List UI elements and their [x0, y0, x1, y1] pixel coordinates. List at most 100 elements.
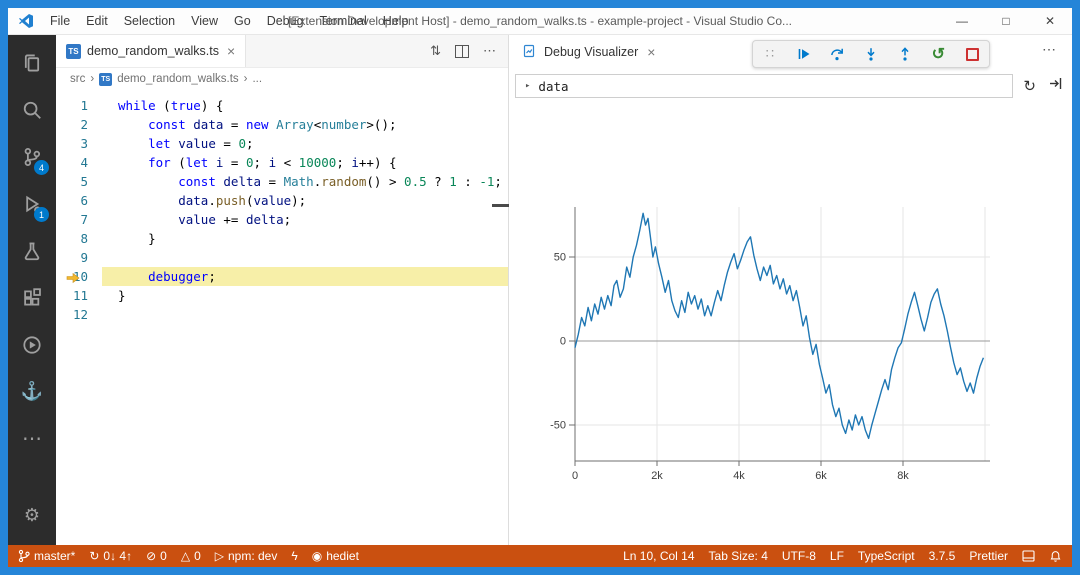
svg-text:-50: -50	[550, 420, 566, 432]
status-item[interactable]: Tab Size: 4	[709, 549, 768, 563]
status-item[interactable]: 3.7.5	[929, 549, 956, 563]
menu-edit[interactable]: Edit	[78, 9, 116, 34]
anchor-icon[interactable]: ⚓	[8, 368, 56, 415]
maximize-button[interactable]: □	[984, 8, 1028, 34]
run-debug-icon[interactable]: 1	[8, 180, 56, 227]
status-error[interactable]: ⊘ 0	[146, 545, 167, 567]
activity-bar: 4 1 ⚓ ⋯ ⚙	[8, 35, 56, 545]
menu-view[interactable]: View	[183, 9, 226, 34]
code-text: while (true) {	[118, 98, 224, 113]
extensions-icon[interactable]	[8, 274, 56, 321]
toolbar-grip-handle[interactable]: ∷	[756, 42, 784, 66]
status-branch[interactable]: master*	[18, 549, 75, 563]
more-actions-icon[interactable]: ⋯	[483, 43, 496, 59]
expression-input[interactable]: ▸ data	[515, 74, 1014, 98]
tab-demo-random-walks[interactable]: TS demo_random_walks.ts ×	[56, 35, 247, 67]
code-text: data.push(value);	[178, 193, 307, 208]
status-sync[interactable]: ↻ 0↓ 4↑	[89, 545, 132, 567]
step-out-button[interactable]	[891, 42, 919, 66]
status-item[interactable]: LF	[830, 549, 844, 563]
tab-debug-visualizer[interactable]: Debug Visualizer ×	[509, 35, 667, 69]
svg-text:8k: 8k	[897, 470, 909, 482]
close-button[interactable]: ✕	[1028, 8, 1072, 34]
line-number[interactable]: 3	[56, 134, 102, 153]
panel-more-actions-icon[interactable]: ⋯	[1042, 41, 1056, 58]
expression-text: data	[538, 78, 569, 94]
random-walk-chart: 50 0 -50 0 2k 4k 6k 8k	[550, 207, 990, 482]
status-play[interactable]: ▷ npm: dev	[215, 545, 278, 567]
code-text: let value = 0;	[148, 136, 254, 151]
code-line: 7 value += delta;	[56, 210, 508, 229]
editor-scrollbar-mark[interactable]	[492, 204, 509, 207]
status-item[interactable]: UTF-8	[782, 549, 816, 563]
vscode-window: File Edit Selection View Go Debug Terminal Help…	[8, 8, 1072, 567]
code-editor[interactable]: 1 while (true) { 2 const data = new Array<…	[56, 90, 508, 545]
line-number[interactable]: 12	[56, 305, 102, 324]
more-icon[interactable]: ⋯	[8, 415, 56, 462]
line-number[interactable]: 11	[56, 286, 102, 305]
test-icon[interactable]	[8, 227, 56, 274]
status-warning[interactable]: △ 0	[181, 545, 201, 567]
code-line: 6 data.push(value);	[56, 191, 508, 210]
line-number[interactable]: 7	[56, 210, 102, 229]
line-number[interactable]: 1	[56, 96, 102, 115]
menu-selection[interactable]: Selection	[116, 9, 183, 34]
continue-button[interactable]	[790, 42, 818, 66]
notifications-bell-icon[interactable]	[1049, 550, 1062, 563]
panel-tab-label: Debug Visualizer	[544, 45, 639, 59]
explorer-icon[interactable]	[8, 39, 56, 86]
svg-text:2k: 2k	[651, 470, 663, 482]
line-number[interactable]: 6	[56, 191, 102, 210]
typescript-file-icon: TS	[66, 43, 81, 59]
line-number[interactable]: 8	[56, 229, 102, 248]
menu-go[interactable]: Go	[226, 9, 259, 34]
breadcrumb-file[interactable]: demo_random_walks.ts	[117, 73, 238, 85]
svg-text:0: 0	[572, 470, 578, 482]
editor-tabbar: TS demo_random_walks.ts × ⇅ ⋯	[56, 35, 508, 68]
badge: 4	[34, 160, 49, 175]
status-zap[interactable]: ϟ	[291, 545, 297, 567]
split-editor-icon[interactable]	[455, 44, 469, 58]
restart-button[interactable]: ↺	[924, 42, 952, 66]
open-changes-icon[interactable]: ⇅	[430, 43, 441, 59]
status-item[interactable]: Ln 10, Col 14	[623, 549, 694, 563]
status-right-items: Ln 10, Col 14 Tab Size: 4 UTF-8 LF TypeScrip…	[623, 549, 1008, 563]
breadcrumb-more[interactable]: ...	[252, 73, 262, 85]
code-line: 10 debugger;	[56, 267, 508, 286]
status-item[interactable]: TypeScript	[858, 549, 915, 563]
minimize-button[interactable]: —	[940, 8, 984, 34]
line-number[interactable]: 5	[56, 172, 102, 191]
search-icon[interactable]	[8, 86, 56, 133]
stop-button[interactable]	[958, 42, 986, 66]
expand-arrow-icon[interactable]: ▸	[525, 81, 530, 91]
svg-text:0: 0	[560, 336, 566, 348]
run-circle-icon[interactable]	[8, 321, 56, 368]
status-right: Ln 10, Col 14 Tab Size: 4 UTF-8 LF TypeScrip…	[623, 549, 1062, 563]
code-line: 9	[56, 248, 508, 267]
workbench: 41⚓⋯ ⚙ TS demo_random_walks.ts × ⇅ ⋯	[8, 35, 1072, 545]
code-line: 8 }	[56, 229, 508, 248]
expression-row: ▸ data ↻	[509, 69, 1072, 101]
code-line: 2 const data = new Array<number>();	[56, 115, 508, 134]
line-number[interactable]: 4	[56, 153, 102, 172]
line-number[interactable]: 2	[56, 115, 102, 134]
expression-actions: ↻	[1023, 76, 1064, 96]
tab-close-icon[interactable]: ×	[227, 43, 235, 59]
step-over-button[interactable]	[823, 42, 851, 66]
settings-gear-icon[interactable]: ⚙	[8, 492, 56, 539]
menu-file[interactable]: File	[42, 9, 78, 34]
source-control-icon[interactable]: 4	[8, 133, 56, 180]
stop-icon	[965, 47, 979, 61]
editor-layout-icon[interactable]	[1022, 550, 1035, 562]
status-account[interactable]: ◉ hediet	[312, 545, 359, 567]
step-into-button[interactable]	[857, 42, 885, 66]
line-number[interactable]: 9	[56, 248, 102, 267]
status-item[interactable]: Prettier	[969, 549, 1008, 563]
breadcrumb-folder[interactable]: src	[70, 73, 85, 85]
open-in-editor-icon[interactable]	[1048, 76, 1064, 96]
panel-tab-close-icon[interactable]: ×	[647, 44, 655, 60]
refresh-icon[interactable]: ↻	[1023, 77, 1036, 95]
code-line: 12	[56, 305, 508, 324]
editor-group: TS demo_random_walks.ts × ⇅ ⋯ src › TS d…	[56, 35, 509, 545]
